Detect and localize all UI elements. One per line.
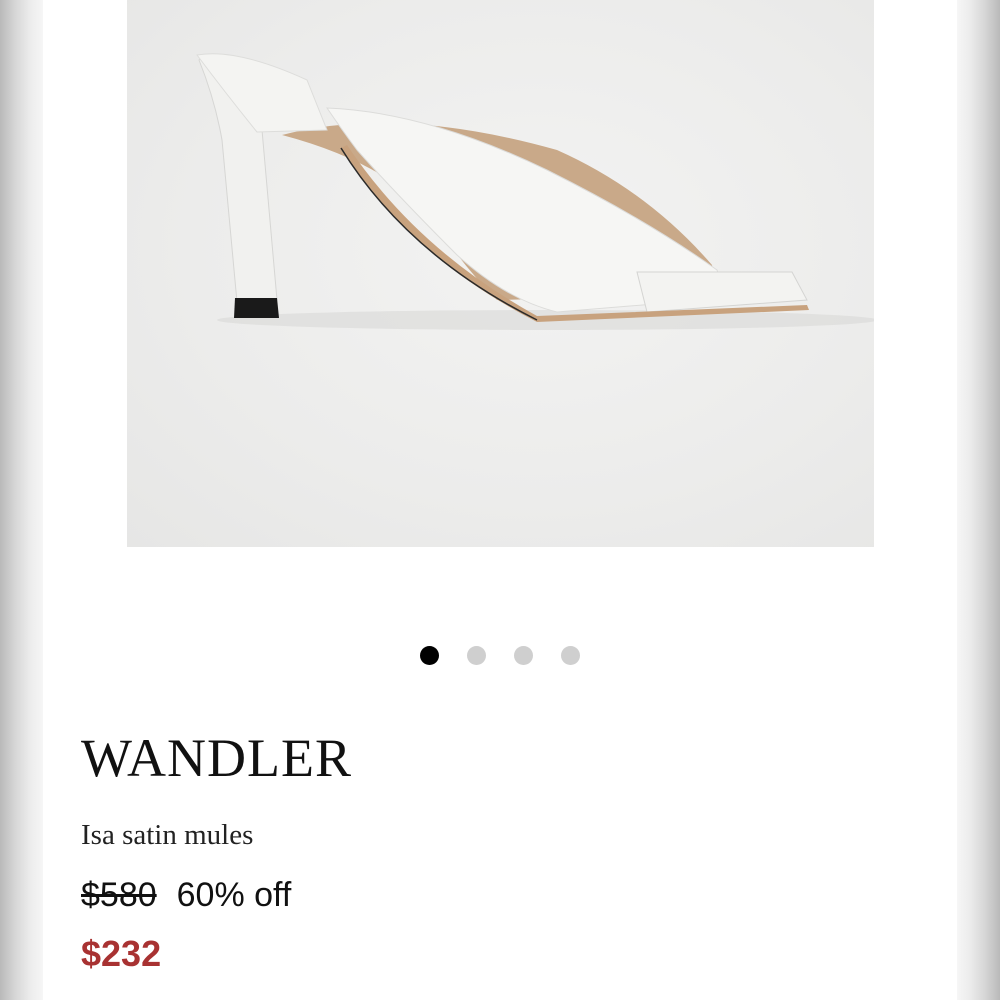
carousel-dot-4[interactable] bbox=[561, 646, 580, 665]
product-page: WANDLER Isa satin mules $580 60% off $23… bbox=[43, 0, 957, 1000]
sale-price: $232 bbox=[81, 933, 162, 974]
shoe-illustration bbox=[196, 53, 874, 330]
brand-name[interactable]: WANDLER bbox=[81, 727, 352, 789]
original-price: $580 bbox=[81, 876, 157, 914]
left-edge-shade bbox=[0, 0, 43, 1000]
product-image[interactable] bbox=[127, 0, 874, 547]
product-title: Isa satin mules bbox=[81, 819, 254, 851]
carousel-dot-1[interactable] bbox=[420, 646, 439, 665]
price-row: $580 60% off bbox=[81, 876, 291, 915]
carousel-dot-2[interactable] bbox=[467, 646, 486, 665]
right-edge-shade bbox=[957, 0, 1000, 1000]
discount-label: 60% off bbox=[176, 876, 292, 914]
carousel-indicator bbox=[43, 646, 957, 666]
carousel-dot-3[interactable] bbox=[514, 646, 533, 665]
